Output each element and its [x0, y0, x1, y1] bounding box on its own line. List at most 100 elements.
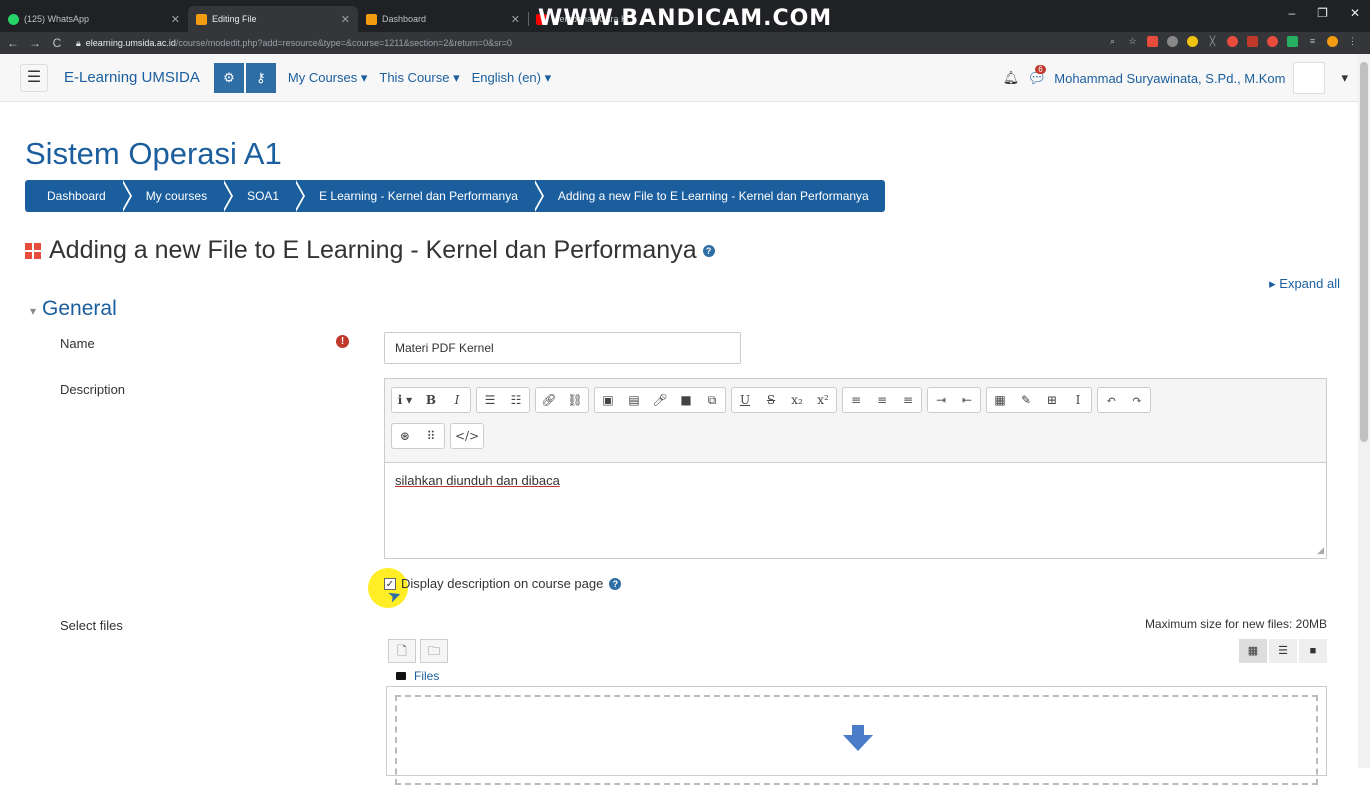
hamburger-menu-icon[interactable]: ☰	[20, 63, 48, 92]
extension-icon[interactable]	[1267, 36, 1278, 47]
align-right-button[interactable]: ≡	[895, 388, 921, 412]
breadcrumb-course[interactable]: SOA1	[225, 180, 306, 212]
list-view-icon[interactable]: ☰	[1269, 639, 1297, 663]
back-icon[interactable]: ←	[4, 36, 22, 50]
superscript-button[interactable]: x²	[810, 388, 836, 412]
gears-icon[interactable]: ⚙	[213, 62, 244, 93]
screenreader-helper-button[interactable]: ⠿	[418, 424, 444, 448]
media-button[interactable]: ▤	[621, 388, 647, 412]
record-video-button[interactable]: ■	[673, 388, 699, 412]
tab-whatsapp[interactable]: (125) WhatsApp ✕	[0, 6, 188, 32]
display-description-label: Display description on course page	[401, 576, 604, 591]
chevron-down-icon[interactable]: ▾	[1341, 70, 1348, 86]
accessibility-checker-button[interactable]: ⊛	[392, 424, 418, 448]
redo-button[interactable]: ↷	[1124, 388, 1150, 412]
manage-files-button[interactable]: ⧉	[699, 388, 725, 412]
indent-button[interactable]: ⇥	[928, 388, 954, 412]
tab-dashboard[interactable]: Dashboard ✕	[358, 6, 528, 32]
menu-language[interactable]: English (en) ▾	[472, 70, 552, 86]
extension-icon[interactable]: ╳	[1207, 36, 1218, 47]
menu-label: English (en)	[471, 69, 541, 85]
close-icon[interactable]: ✕	[341, 13, 350, 26]
clear-formatting-button[interactable]: I	[1065, 388, 1091, 412]
record-audio-button[interactable]: 🎤︎	[647, 388, 673, 412]
restore-icon[interactable]: ❐	[1317, 6, 1328, 20]
forward-icon[interactable]: →	[26, 36, 44, 50]
user-name[interactable]: Mohammad Suryawinata, S.Pd., M.Kom	[1054, 71, 1285, 86]
editor-toolbar: i ▾ B I ☰ ☷ 🔗︎ ⛓ ▣ ▤ 🎤︎ ■ ⧉ U Sx₂ x² ≡ ≡ ≡ ⇥ ⇤ ▦ ✎ ⊞ I ↶…	[385, 379, 1326, 463]
page-heading-text: Adding a new File to E Learning - Kernel…	[49, 236, 697, 264]
extension-icon[interactable]	[1287, 36, 1298, 47]
ordered-list-button[interactable]: ☷	[503, 388, 529, 412]
create-folder-icon[interactable]: 🗀	[420, 639, 448, 663]
add-file-icon[interactable]: 🗋	[388, 639, 416, 663]
breadcrumb-current: Adding a new File to E Learning - Kernel…	[536, 180, 885, 212]
italic-button[interactable]: I	[444, 388, 470, 412]
drop-arrow-icon	[843, 725, 873, 751]
zoom-icon[interactable]: ⌕	[1107, 36, 1118, 47]
help-icon[interactable]: ?	[702, 244, 715, 257]
reload-icon[interactable]: C	[48, 36, 66, 50]
expand-all-link[interactable]: ▸ Expand all	[1269, 276, 1340, 292]
extension-icon[interactable]	[1187, 36, 1198, 47]
subscript-button[interactable]: x₂	[784, 388, 810, 412]
extension-icon[interactable]	[1227, 36, 1238, 47]
key-icon[interactable]: ⚷	[245, 62, 276, 93]
special-char-button[interactable]: ✎	[1013, 388, 1039, 412]
menu-this-course[interactable]: This Course ▾	[379, 70, 459, 86]
description-editor[interactable]: i ▾ B I ☰ ☷ 🔗︎ ⛓ ▣ ▤ 🎤︎ ■ ⧉ U Sx₂ x² ≡ ≡ ≡ ⇥ ⇤ ▦ ✎ ⊞ I ↶…	[384, 378, 1327, 559]
bold-button[interactable]: B	[418, 388, 444, 412]
user-menu[interactable]: 🔔︎ 💬︎ 6 Mohammad Suryawinata, S.Pd., M.Ko…	[1003, 62, 1348, 94]
url-field[interactable]: 🔒︎ elearning.umsida.ac.id /course/modedi…	[76, 38, 512, 49]
reading-list-icon[interactable]: ≡	[1307, 36, 1318, 47]
unordered-list-button[interactable]: ☰	[477, 388, 503, 412]
section-general-header[interactable]: ▾ General	[30, 297, 117, 321]
unlink-button[interactable]: ⛓	[562, 388, 588, 412]
drop-area[interactable]	[395, 695, 1318, 785]
close-icon[interactable]: ✕	[171, 13, 180, 26]
extension-icon[interactable]	[1167, 36, 1178, 47]
name-input[interactable]	[384, 332, 741, 364]
align-left-button[interactable]: ≡	[843, 388, 869, 412]
files-path[interactable]: Files	[396, 669, 439, 683]
file-drop-zone[interactable]	[386, 686, 1327, 785]
browser-tab-strip: (125) WhatsApp ✕ Editing File ✕ Dashboar…	[0, 0, 1370, 32]
site-brand[interactable]: E-Learning UMSIDA	[64, 69, 200, 86]
menu-icon[interactable]: ⋮	[1347, 36, 1358, 47]
undo-button[interactable]: ↶	[1098, 388, 1124, 412]
help-icon[interactable]: ?	[609, 577, 622, 590]
messages-icon[interactable]: 💬︎ 6	[1027, 65, 1046, 87]
grid-view-icon[interactable]: ▦	[1239, 639, 1267, 663]
avatar[interactable]	[1293, 62, 1326, 94]
profile-icon[interactable]	[1327, 36, 1338, 47]
equation-button[interactable]: ▦	[987, 388, 1013, 412]
tree-view-icon[interactable]: ■	[1299, 639, 1327, 663]
resize-grip-icon[interactable]: ◢	[1317, 545, 1324, 556]
table-button[interactable]: ⊞	[1039, 388, 1065, 412]
breadcrumb-my-courses[interactable]: My courses	[124, 180, 234, 212]
minimize-icon[interactable]: –	[1288, 6, 1295, 20]
strikethrough-button[interactable]: S	[758, 388, 784, 412]
menu-my-courses[interactable]: My Courses ▾	[288, 70, 368, 86]
close-window-icon[interactable]: ✕	[1350, 6, 1360, 20]
image-button[interactable]: ▣	[595, 388, 621, 412]
lock-icon: 🔒︎	[76, 37, 81, 48]
editor-content[interactable]: silahkan diunduh dan dibaca	[385, 463, 1326, 498]
close-icon[interactable]: ✕	[511, 13, 520, 26]
outdent-button[interactable]: ⇤	[954, 388, 980, 412]
breadcrumb-section[interactable]: E Learning - Kernel dan Performanya	[297, 180, 544, 212]
bell-icon[interactable]: 🔔︎	[1003, 70, 1020, 86]
paragraph-styles-button[interactable]: i ▾	[392, 388, 418, 412]
scrollbar-thumb[interactable]	[1360, 62, 1368, 442]
breadcrumb-label: SOA1	[247, 189, 280, 203]
extension-icon[interactable]	[1247, 36, 1258, 47]
star-icon[interactable]: ☆	[1127, 36, 1138, 47]
extension-icon[interactable]	[1147, 36, 1158, 47]
tab-editing-file[interactable]: Editing File ✕	[188, 6, 358, 32]
breadcrumb-dashboard[interactable]: Dashboard	[25, 180, 132, 212]
collapse-caret-icon: ▾	[30, 304, 37, 318]
align-center-button[interactable]: ≡	[869, 388, 895, 412]
underline-button[interactable]: U	[732, 388, 758, 412]
link-button[interactable]: 🔗︎	[536, 388, 562, 412]
html-button[interactable]: </>	[451, 424, 483, 448]
